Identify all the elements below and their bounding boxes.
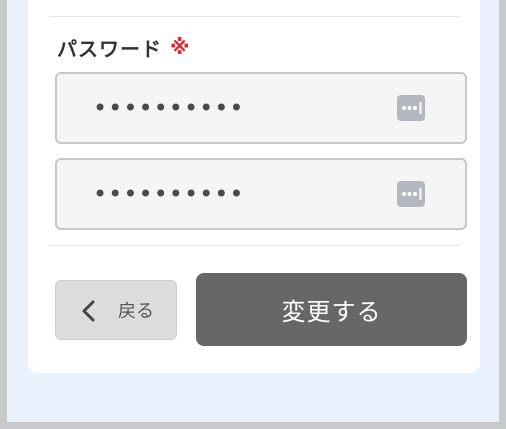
password-confirm-input[interactable]: •••••••••• — [55, 158, 467, 230]
password-label: パスワード — [57, 36, 162, 61]
back-button-label: 戻る — [118, 301, 154, 322]
back-button[interactable]: 戻る — [55, 280, 177, 340]
password-confirm-reveal-icon[interactable] — [397, 181, 425, 207]
screen: パスワード ※ •••••••••• •••••••••• 戻る 変更する — [7, 0, 499, 422]
divider-bottom — [49, 245, 460, 246]
submit-button[interactable]: 変更する — [196, 273, 467, 346]
password-value: •••••••••• — [93, 94, 245, 122]
password-confirm-value: •••••••••• — [93, 180, 245, 208]
password-input[interactable]: •••••••••• — [55, 72, 467, 144]
submit-button-label: 変更する — [281, 298, 382, 326]
required-mark: ※ — [170, 35, 190, 59]
device-frame: パスワード ※ •••••••••• •••••••••• 戻る 変更する — [0, 0, 506, 429]
password-field-label: パスワード ※ — [57, 33, 189, 61]
password-reveal-icon[interactable] — [397, 95, 425, 121]
divider-top — [49, 16, 460, 17]
chevron-left-icon — [78, 299, 100, 323]
